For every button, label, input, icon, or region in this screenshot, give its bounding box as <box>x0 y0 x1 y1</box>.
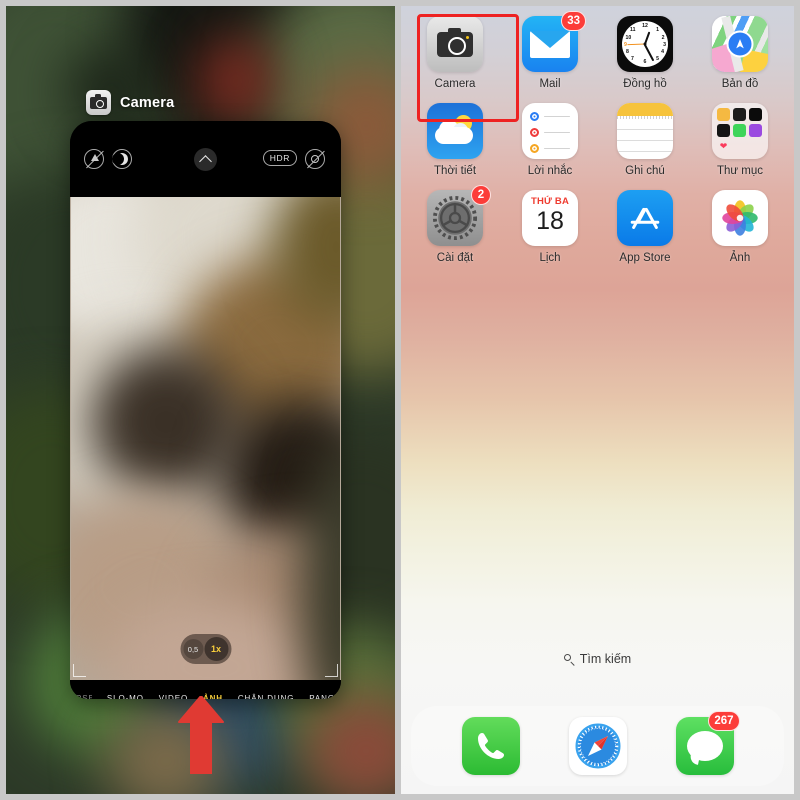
camera-app-mini-icon <box>86 90 111 115</box>
zoom-option-0_5[interactable]: 0,5 <box>183 639 203 659</box>
appletv-mini-icon <box>749 108 762 121</box>
app-label: Camera <box>434 78 476 90</box>
app-label: Ảnh <box>729 252 751 264</box>
app-mail[interactable]: 33 Mail <box>508 11 592 90</box>
mode-timelapse[interactable]: PSE <box>76 694 92 699</box>
status-badge: 33 <box>561 11 586 31</box>
focus-corner-bottom-left <box>73 664 86 677</box>
night-mode-icon[interactable] <box>112 149 132 169</box>
app-camera[interactable]: Camera <box>413 16 497 90</box>
app-label: Thư mục <box>716 165 764 177</box>
dock-app-phone[interactable] <box>456 717 526 775</box>
clock-icon[interactable]: 12 1 2 3 4 5 6 7 8 9 10 11 <box>617 16 673 72</box>
folder-icon[interactable]: ❤ <box>712 103 768 159</box>
app-folder[interactable]: ❤ Thư mục <box>698 103 782 177</box>
live-photo-off-icon[interactable] <box>305 149 325 169</box>
notes-icon[interactable] <box>617 103 673 159</box>
app-label: Thời tiết <box>433 165 477 177</box>
facetime-mini-icon <box>733 124 746 137</box>
app-label: Lời nhắc <box>527 165 573 177</box>
status-badge: 267 <box>708 711 740 731</box>
home-screen-app-grid: Camera 33 Mail 12 1 2 3 4 5 6 7 8 9 10 1… <box>401 11 794 277</box>
app-switcher-panel: Camera HDR 0,5 1x PS SLO-MO VIDEO ẢNH CH… <box>6 6 395 794</box>
appstore-icon[interactable] <box>617 190 673 246</box>
photos-icon[interactable] <box>712 190 768 246</box>
app-appstore[interactable]: App Store <box>603 190 687 264</box>
viewfinder-image <box>71 197 340 680</box>
dock: 267 <box>411 706 784 786</box>
focus-corner-bottom-right <box>325 664 338 677</box>
app-label: Đồng hồ <box>623 78 667 90</box>
search-bar[interactable]: Tìm kiếm <box>401 652 794 666</box>
maps-icon[interactable] <box>712 16 768 72</box>
home-screen-panel: Camera 33 Mail 12 1 2 3 4 5 6 7 8 9 10 1… <box>401 6 794 794</box>
calendar-weekday: THỨ BA <box>530 196 570 207</box>
app-clock[interactable]: 12 1 2 3 4 5 6 7 8 9 10 11 Đồng hồ <box>603 16 687 90</box>
app-switcher-app-name: Camera <box>120 94 175 111</box>
app-reminders[interactable]: Lời nhắc <box>508 103 592 177</box>
panels-container: Camera HDR 0,5 1x PS SLO-MO VIDEO ẢNH CH… <box>6 6 794 794</box>
app-row: Thời tiết Lời nhắc Ghi chú ❤ Thư mục <box>413 103 782 177</box>
app-settings[interactable]: 2 Cài đặt <box>413 185 497 264</box>
app-switcher-card-label[interactable]: Camera <box>86 90 174 115</box>
app-label: Lịch <box>539 252 561 264</box>
weather-icon[interactable] <box>427 103 483 159</box>
chevron-up-icon[interactable] <box>194 148 217 171</box>
camera-icon[interactable] <box>427 16 483 72</box>
camera-viewfinder[interactable]: 0,5 1x <box>70 197 341 680</box>
hdr-badge[interactable]: HDR <box>262 150 297 166</box>
mode-portrait[interactable]: CHÂN DUNG <box>238 694 295 699</box>
app-label: Bản đồ <box>721 78 759 90</box>
app-label: Ghi chú <box>625 165 665 177</box>
swipe-up-arrow <box>177 695 224 779</box>
app-label: Cài đặt <box>436 252 474 264</box>
calendar-icon[interactable]: THỨ BA 18 <box>522 190 578 246</box>
camera-top-bar: HDR <box>70 121 341 197</box>
app-row: Camera 33 Mail 12 1 2 3 4 5 6 7 8 9 10 1… <box>413 11 782 90</box>
podcasts-mini-icon <box>749 124 762 137</box>
status-badge: 2 <box>471 185 491 205</box>
home-mini-icon <box>717 108 730 121</box>
dock-app-safari[interactable] <box>563 717 633 775</box>
safari-icon[interactable] <box>568 717 627 775</box>
zoom-option-1x[interactable]: 1x <box>204 637 228 661</box>
dock-app-messages[interactable]: 267 <box>670 711 740 775</box>
mode-slomo[interactable]: SLO-MO <box>107 694 144 699</box>
wallet-mini-icon <box>733 108 746 121</box>
app-maps[interactable]: Bản đồ <box>698 16 782 90</box>
mode-pano[interactable]: PANO <box>309 694 335 699</box>
flash-off-icon[interactable] <box>84 149 104 169</box>
health-mini-icon: ❤ <box>719 141 728 151</box>
reminders-icon[interactable] <box>522 103 578 159</box>
app-label: Mail <box>539 78 561 90</box>
app-calendar[interactable]: THỨ BA 18 Lịch <box>508 190 592 264</box>
zoom-selector[interactable]: 0,5 1x <box>180 634 231 664</box>
camera-app-card[interactable]: HDR 0,5 1x PS SLO-MO VIDEO ẢNH CHÂN DUNG… <box>70 121 341 699</box>
screenshot-stage: Camera HDR 0,5 1x PS SLO-MO VIDEO ẢNH CH… <box>0 0 800 800</box>
app-label: App Store <box>619 252 671 264</box>
search-icon <box>563 653 575 666</box>
app-weather[interactable]: Thời tiết <box>413 103 497 177</box>
app-row: 2 Cài đặt THỨ BA 18 Lịch App Store Ảnh <box>413 185 782 264</box>
phone-icon[interactable] <box>461 717 520 775</box>
app-photos[interactable]: Ảnh <box>698 190 782 264</box>
app-notes[interactable]: Ghi chú <box>603 103 687 177</box>
calendar-day: 18 <box>536 207 564 235</box>
fitness-mini-icon <box>717 124 730 137</box>
search-label: Tìm kiếm <box>579 652 632 666</box>
